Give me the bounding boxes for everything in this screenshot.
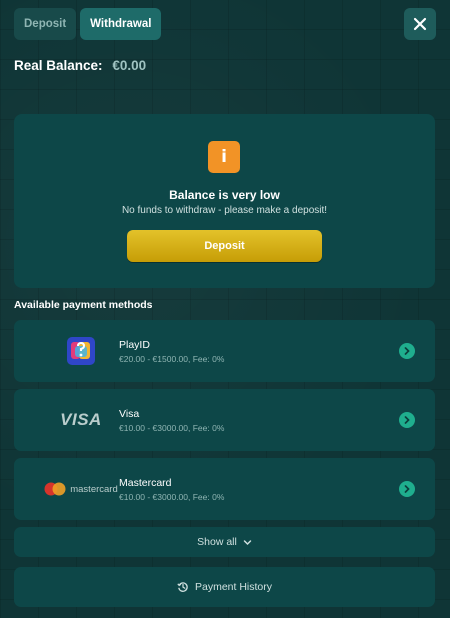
- chevron-right-icon[interactable]: [399, 412, 415, 428]
- tab-withdrawal[interactable]: Withdrawal: [80, 8, 162, 40]
- chevron-right-icon[interactable]: [399, 343, 415, 359]
- notice-title: Balance is very low: [169, 188, 280, 202]
- payment-method-visa[interactable]: VISA Visa €10.00 - €3000.00, Fee: 0%: [14, 389, 435, 451]
- method-range: €20.00 - €1500.00, Fee: 0%: [119, 354, 225, 364]
- method-name: Mastercard: [119, 477, 172, 489]
- method-name: Visa: [119, 408, 140, 420]
- method-name: PlayID: [119, 339, 150, 351]
- show-all-label: Show all: [197, 536, 237, 548]
- chevron-down-icon: [243, 538, 252, 547]
- mastercard-logo: mastercard: [28, 458, 134, 520]
- tab-bar: Deposit Withdrawal: [14, 8, 162, 40]
- method-range: €10.00 - €3000.00, Fee: 0%: [119, 492, 225, 502]
- show-all-button[interactable]: Show all: [14, 527, 435, 557]
- history-icon: [177, 581, 189, 593]
- payment-history-label: Payment History: [194, 581, 273, 593]
- payment-methods-heading: Available payment methods: [14, 299, 153, 311]
- chevron-right-icon[interactable]: [399, 481, 415, 497]
- balance-label: Real Balance:: [14, 58, 103, 73]
- low-balance-card: i Balance is very low No funds to withdr…: [14, 114, 435, 288]
- payment-history-button[interactable]: Payment History: [14, 567, 435, 607]
- payment-method-mastercard[interactable]: mastercard Mastercard €10.00 - €3000.00,…: [14, 458, 435, 520]
- playid-logo: [28, 320, 134, 382]
- balance-amount: €0.00: [112, 58, 147, 73]
- info-icon: i: [208, 141, 240, 173]
- tab-deposit[interactable]: Deposit: [14, 8, 77, 40]
- deposit-button[interactable]: Deposit: [127, 230, 322, 262]
- payment-method-playid[interactable]: PlayID €20.00 - €1500.00, Fee: 0%: [14, 320, 435, 382]
- method-range: €10.00 - €3000.00, Fee: 0%: [119, 423, 225, 433]
- close-icon: [413, 17, 427, 31]
- visa-logo: VISA: [60, 410, 102, 429]
- notice-subtitle: No funds to withdraw - please make a dep…: [121, 205, 328, 216]
- close-button[interactable]: [404, 8, 436, 40]
- real-balance: Real Balance: €0.00: [14, 58, 146, 73]
